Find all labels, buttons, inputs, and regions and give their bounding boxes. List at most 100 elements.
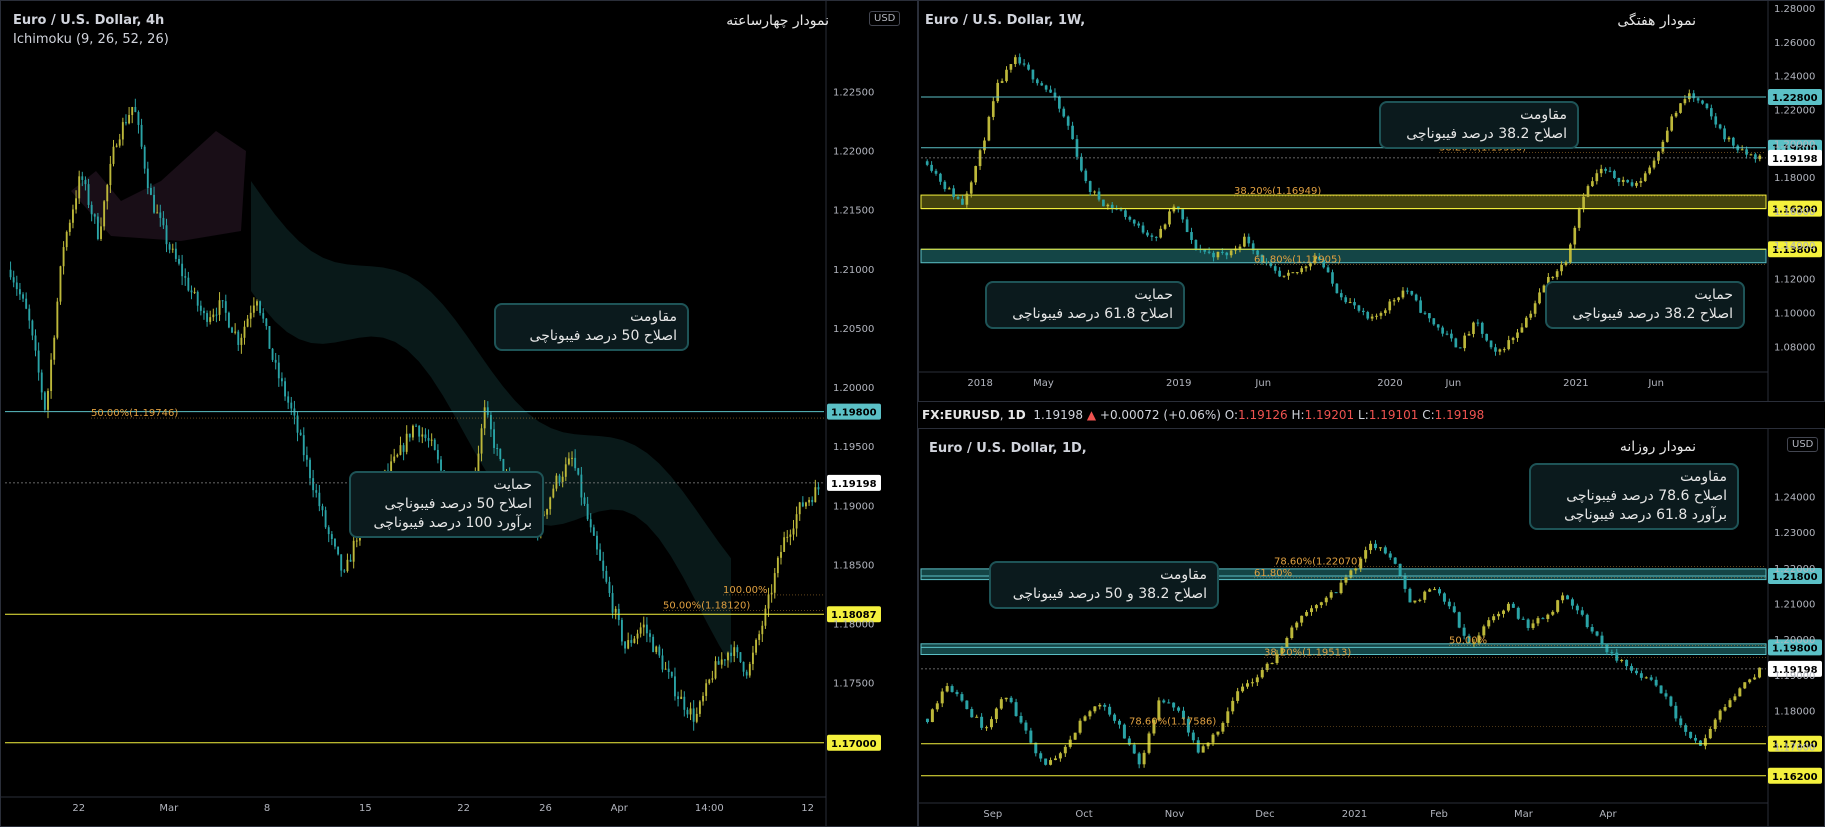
candle-body <box>318 492 321 507</box>
candle-body <box>1278 270 1281 277</box>
candle-body <box>1414 294 1418 301</box>
candle-body <box>670 672 673 677</box>
chart-4h-svg[interactable]: 1.198001.191981.180871.170001.225001.220… <box>1 1 918 827</box>
candle-body <box>393 456 396 462</box>
candle-body <box>1335 283 1339 294</box>
candle-body <box>103 201 106 227</box>
currency-badge[interactable]: USD <box>1787 437 1819 452</box>
candle-body <box>624 641 626 649</box>
candle-body <box>346 559 349 572</box>
candle-body <box>599 549 602 561</box>
candle-body <box>411 425 414 438</box>
candle-body <box>795 514 798 529</box>
candle-body <box>1243 236 1246 247</box>
candle-body <box>231 327 233 333</box>
candle-body <box>131 106 134 115</box>
candle-body <box>1063 746 1067 754</box>
candle-body <box>705 683 708 696</box>
chart-panel-daily[interactable]: 1.21800 1.19800 1.19198 1.17100 1.16200 1.240… <box>918 428 1825 827</box>
candle-body <box>280 378 283 382</box>
candle-body <box>1569 244 1572 263</box>
candle-body <box>711 678 714 680</box>
candle-body <box>1049 760 1053 765</box>
candle-body <box>1492 616 1496 621</box>
candle-body <box>596 535 598 550</box>
candle-body <box>811 499 814 503</box>
symbol-name[interactable]: FX:EURUSD <box>922 408 1000 422</box>
candle-body <box>1172 702 1176 708</box>
panel-title-fa: نمودار چهارساعته <box>726 13 829 29</box>
y-tick-label: 1.26000 <box>1774 38 1815 49</box>
candle-body <box>677 696 680 699</box>
candle-body <box>1027 64 1030 70</box>
candle-body <box>1319 602 1323 606</box>
candle-body <box>1620 659 1624 661</box>
candle-body <box>1241 686 1245 692</box>
candle-body <box>290 402 293 409</box>
callout-resistance-daily-786: مقاومت اصلاح 78.6 درصد فیبوناچی برآورد 6… <box>1529 463 1739 530</box>
candle-body <box>1191 732 1195 741</box>
callout-line: اصلاح 61.8 درصد فیبوناچی <box>1012 306 1173 322</box>
candle-body <box>991 101 995 117</box>
candle-body <box>801 502 804 507</box>
interval[interactable]: 1D <box>1007 408 1025 422</box>
fib-label: 38.20%(1.16949) <box>1234 186 1321 197</box>
candle-body <box>1728 700 1732 708</box>
candle-body <box>720 659 723 665</box>
candle-body <box>1304 266 1308 269</box>
candle-body <box>209 317 212 322</box>
indicator-label[interactable]: Ichimoku (9, 26, 52, 26) <box>13 32 169 47</box>
x-tick-label: 2021 <box>1563 378 1588 389</box>
chart-panel-weekly[interactable]: 1.22800 1.19800 1.19198 1.16200 1.13800 1.280… <box>918 0 1825 402</box>
candle-body <box>47 391 49 410</box>
candle-body <box>658 646 661 656</box>
candle-body <box>480 428 483 454</box>
candle-body <box>1634 670 1638 674</box>
y-tick-label: 1.18000 <box>1774 707 1815 718</box>
candle-body <box>1401 290 1405 298</box>
candle-body <box>390 461 393 472</box>
candle-body <box>686 709 689 715</box>
candle-body <box>140 124 143 147</box>
price-label: 1.22800 <box>1772 93 1818 104</box>
candle-body <box>1018 57 1022 64</box>
candle-body <box>309 459 311 479</box>
candle-body <box>961 198 964 205</box>
candle-body <box>664 668 667 670</box>
x-tick-label: 8 <box>264 803 270 814</box>
candle-body <box>776 557 779 574</box>
candle-body <box>343 570 346 572</box>
candle-body <box>424 434 427 439</box>
candle-body <box>496 447 499 449</box>
candle-body <box>1110 204 1114 209</box>
candle-body <box>983 140 986 151</box>
chart-weekly-svg[interactable]: 1.228001.198001.191981.162001.138001.280… <box>919 1 1825 402</box>
candle-body <box>633 638 636 643</box>
candle-body <box>1608 170 1612 172</box>
candle-body <box>1463 335 1466 349</box>
y-tick-label: 1.18000 <box>833 620 874 631</box>
candle-body <box>1088 181 1092 192</box>
candle-body <box>930 709 934 723</box>
candle-body <box>305 455 308 460</box>
close-value: 1.19198 <box>1434 408 1485 422</box>
price-label: 1.19800 <box>831 408 877 419</box>
candle-body <box>112 146 115 164</box>
candle-body <box>75 198 78 210</box>
candle-body <box>78 176 81 199</box>
callout-line: اصلاح 50 درصد فیبوناچی <box>384 496 532 512</box>
candle-body <box>1250 682 1254 684</box>
candle-body <box>1093 191 1096 193</box>
price-zone <box>920 248 1767 264</box>
fib-label: 50.00%(1.18120) <box>663 600 750 611</box>
callout-line: اصلاح 38.2 و 50 درصد فیبوناچی <box>1012 586 1207 602</box>
candle-body <box>1113 714 1117 721</box>
candle-body <box>1049 89 1052 93</box>
chart-panel-4h[interactable]: 1.19800 1.19198 1.18087 1.17000 1.22500 1.220… <box>0 0 918 827</box>
candle-body <box>1458 347 1462 349</box>
candle-body <box>630 640 633 643</box>
candle-body <box>1674 705 1678 719</box>
fib-label: 78.60%(1.17586) <box>1129 716 1216 727</box>
currency-badge[interactable]: USD <box>869 11 901 26</box>
candle-body <box>689 708 692 715</box>
